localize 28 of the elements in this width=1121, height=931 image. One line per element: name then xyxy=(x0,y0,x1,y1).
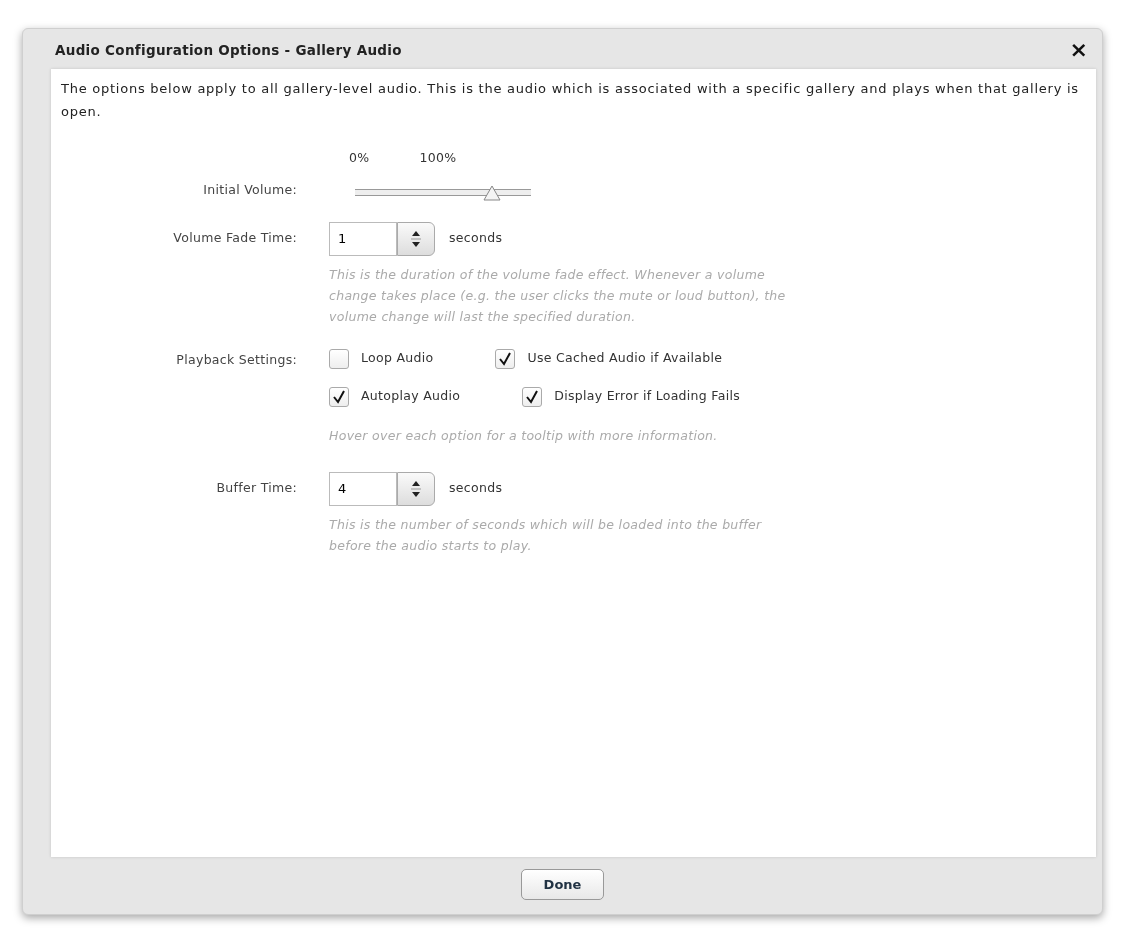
done-button[interactable]: Done xyxy=(520,868,605,900)
checkbox[interactable] xyxy=(522,386,543,407)
field-label: Playback Settings: xyxy=(175,350,298,369)
intro-text: The options below apply to all gallery-level audio. This is the audio which is associated with a specific gallery and plays when that gallery is open. xyxy=(61,80,1080,121)
checkbox[interactable] xyxy=(495,348,516,369)
checkbox-label[interactable]: Display Error if Loading Fails xyxy=(554,387,740,407)
field-label: Buffer Time: xyxy=(215,478,298,497)
help-text: Hover over each option for a tooltip with more information. xyxy=(329,426,719,445)
unit-label: seconds xyxy=(449,229,503,248)
checkbox[interactable] xyxy=(329,386,349,407)
unit-label: seconds xyxy=(449,479,503,498)
help-text: This is the duration of the volume fade effect. Whenever a volume change takes place (e.g. the user clicks the mute or loud button), the volume change will last the specified duration. xyxy=(329,265,787,326)
spinner-button[interactable] xyxy=(397,471,435,506)
checkbox-label[interactable]: Use Cached Audio if Available xyxy=(527,349,723,369)
dialog-title: Audio Configuration Options - Gallery Audio xyxy=(55,40,402,60)
min-label: 0% xyxy=(349,149,370,167)
close-button[interactable]: × xyxy=(1069,39,1088,61)
checkbox-label[interactable]: Autoplay Audio xyxy=(361,387,461,407)
field-label: Volume Fade Time: xyxy=(172,228,298,247)
spinner-button[interactable] xyxy=(397,221,435,256)
checkbox-label[interactable]: Loop Audio xyxy=(361,349,434,369)
number-field[interactable]: 1 xyxy=(329,221,397,256)
field-label: Initial Volume: xyxy=(202,181,298,199)
checkbox[interactable] xyxy=(329,348,349,369)
help-text: This is the number of seconds which will be loaded into the buffer before the audio starts to play. xyxy=(329,515,763,555)
max-label: 100% xyxy=(419,149,457,167)
number-field[interactable]: 4 xyxy=(329,471,397,506)
slider-thumb[interactable] xyxy=(483,184,502,201)
